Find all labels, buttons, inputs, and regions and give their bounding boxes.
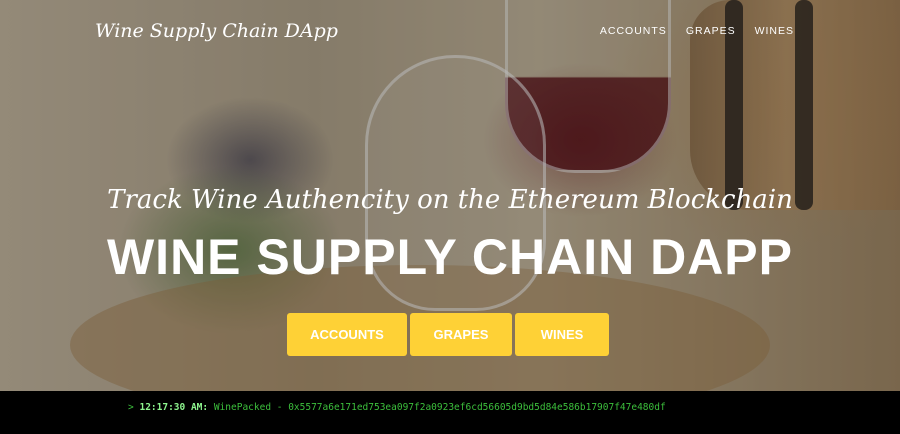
console-prompt: >: [128, 402, 134, 413]
hero-buttons: ACCOUNTS GRAPES WINES: [287, 313, 609, 356]
event-console: > 12:17:30 AM: WinePacked - 0x5577a6e171…: [0, 391, 900, 434]
console-message: WinePacked - 0x5577a6e171ed753ea097f2a09…: [213, 402, 666, 413]
console-timestamp: 12:17:30 AM:: [139, 402, 209, 413]
grapes-button[interactable]: GRAPES: [410, 313, 512, 356]
top-nav: ACCOUNTS GRAPES WINES: [600, 25, 794, 37]
console-log-line: > 12:17:30 AM: WinePacked - 0x5577a6e171…: [128, 402, 666, 413]
accounts-button[interactable]: ACCOUNTS: [287, 313, 407, 356]
hero-section: Wine Supply Chain DApp ACCOUNTS GRAPES W…: [0, 0, 900, 391]
nav-grapes-link[interactable]: GRAPES: [686, 25, 736, 37]
hero-title: WINE SUPPLY CHAIN DAPP: [106, 229, 793, 285]
nav-wines-link[interactable]: WINES: [755, 25, 794, 37]
brand-logo[interactable]: Wine Supply Chain DApp: [95, 20, 338, 42]
hero-subtitle: Track Wine Authencity on the Ethereum Bl…: [107, 185, 793, 215]
nav-accounts-link[interactable]: ACCOUNTS: [600, 25, 667, 37]
wines-button[interactable]: WINES: [515, 313, 609, 356]
